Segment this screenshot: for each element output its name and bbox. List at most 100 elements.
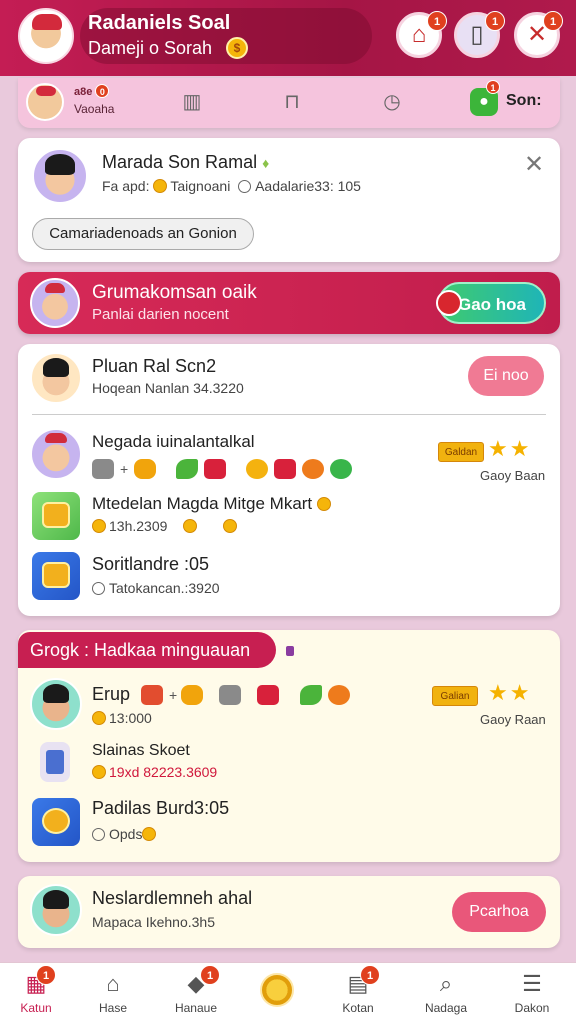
row-avatar[interactable] [30,678,82,730]
profile-action-button[interactable]: Camariadenoads an Gonion [32,218,254,250]
coin-icon [92,765,106,779]
header-title-block: Radaniels Soal Dameji o Sorah $ [80,8,372,64]
product-thumbnail[interactable] [40,742,70,782]
item-avatar[interactable] [30,884,82,936]
reward-items: + [92,458,358,480]
notification-badge: 1 [485,11,505,31]
clock-icon [302,459,325,480]
coin-icon [92,519,106,533]
item-name: Neslardlemneh ahal [92,888,253,908]
gift-icon[interactable]: ● 1 [470,80,500,116]
status-right-label: Son: [506,92,542,109]
coin-stack-icon [134,459,157,480]
nav-label: Dakon [514,1001,550,1015]
chest-icon [42,562,70,588]
row3-meta: Tatokancan.:3920 [92,580,220,596]
bottom-card: Neslardlemneh ahal Mapaca Ikehno.3h5 Pca… [18,876,560,948]
list-card: Pluan Ral Scn2 Hoqean Nanlan 34.3220 Ei … [18,344,560,616]
house-button[interactable]: ⌂ 1 [396,11,447,58]
profile-avatar[interactable] [32,148,88,204]
section-tab[interactable]: Grogk : Hadkaa minguauan [18,632,276,668]
gem-icon [330,459,353,480]
nav-item-search[interactable]: ⌕ Nadaga [410,963,482,1024]
gift-icon [204,459,227,480]
notification-badge: 1 [427,11,447,31]
row2-title: Mtedelan Magda Mitge Mkart [92,494,334,514]
home-icon: ⌂ [106,971,120,996]
app-subtitle: Dameji o Sorah [88,38,213,58]
tier-tag: Galdan [438,442,484,462]
row3-title: Padilas Burd3:05 [92,798,230,818]
item-action-button[interactable]: Ei noo [468,356,544,396]
tier-subtitle: Gaoy Raan [480,712,546,727]
coin-stack-icon [181,685,204,706]
row2-meta: 13h.2309 [92,518,240,534]
nav-badge: 1 [360,965,380,985]
nav-label: Katun [20,1001,52,1015]
product-thumbnail[interactable] [32,552,80,600]
marker-icon [286,646,294,656]
coin-icon [223,519,238,533]
promo-subtitle: Panlai darien nocent [92,306,229,323]
nav-item-coin[interactable] [240,963,312,1024]
row-title: Negada iuinalantalkal [92,432,255,451]
clock-icon [238,180,252,193]
coin-icon [316,497,331,511]
star-rating: ★★ [488,680,532,705]
tools-button[interactable]: ✕ 1 [514,11,563,58]
status-name: a8e 0 [74,84,110,98]
item-action-button[interactable]: Pcarhoa [452,892,546,932]
row3-title: Soritlandre :05 [92,554,210,574]
coin-icon [182,519,197,533]
close-icon[interactable]: ✕ [524,150,544,179]
leaf-icon [300,685,323,706]
clock-icon[interactable]: ◷ [380,90,404,114]
nav-label: Kotan [342,1001,374,1015]
app-title: Radaniels Soal [88,12,231,34]
status-coins: Vaoaha [74,102,115,116]
menu-icon: ☰ [522,971,542,996]
coin-icon [142,827,157,841]
house-icon: ⌂ [411,21,427,48]
phone-button[interactable]: ▯ 1 [454,11,505,58]
coin-icon [246,459,269,480]
cup-icon[interactable]: ▥ [180,90,204,114]
box-icon [46,750,64,774]
nav-badge: 1 [200,965,220,985]
item-meta: Mapaca Ikehno.3h5 [92,914,215,930]
gift-icon [257,685,280,706]
gift-icon [141,685,164,706]
row-meta: 13:000 [92,710,152,726]
row2-meta: 19xd 82223.3609 [92,764,217,780]
notification-badge: 1 [543,11,563,31]
product-thumbnail[interactable] [32,492,80,540]
location-icon: ♦ [262,155,270,171]
nav-item-home[interactable]: ⌂ Hase [77,963,149,1024]
row-avatar[interactable] [30,428,82,480]
promo-avatar [30,278,80,328]
leaf-icon [176,459,199,480]
tier-tag: Galian [432,686,478,706]
strawberry-icon [436,290,462,316]
star-rating: ★★ [488,436,532,461]
nav-item-shop[interactable]: ▦ 1 Katun [0,963,72,1024]
app-header: Radaniels Soal Dameji o Sorah $ ⌂ 1 ▯ 1 … [0,0,576,76]
bag-icon[interactable]: ⊓ [280,90,304,114]
status-badge: 0 [95,84,110,98]
mini-avatar[interactable] [26,83,64,121]
gift-icon [42,502,70,528]
nav-item-building[interactable]: ▤ 1 Kotan [322,963,394,1024]
profile-meta: Fa apd: Taignoani Aadalarie33: 105 [102,178,361,194]
user-avatar[interactable] [18,8,74,64]
nav-label: Nadaga [424,1001,468,1015]
divider [32,414,546,415]
coin-icon: $ [226,37,248,59]
chest-icon [92,459,114,480]
item-avatar[interactable] [30,352,82,404]
nav-item-shield[interactable]: ◆ 1 Hanaue [160,963,232,1024]
nav-label: Hase [98,1001,127,1015]
promo-title: Grumakomsan oaik [92,282,257,303]
nav-item-menu[interactable]: ☰ Dakon [496,963,568,1024]
item-name: Pluan Ral Scn2 [92,356,217,376]
product-thumbnail[interactable] [32,798,80,846]
